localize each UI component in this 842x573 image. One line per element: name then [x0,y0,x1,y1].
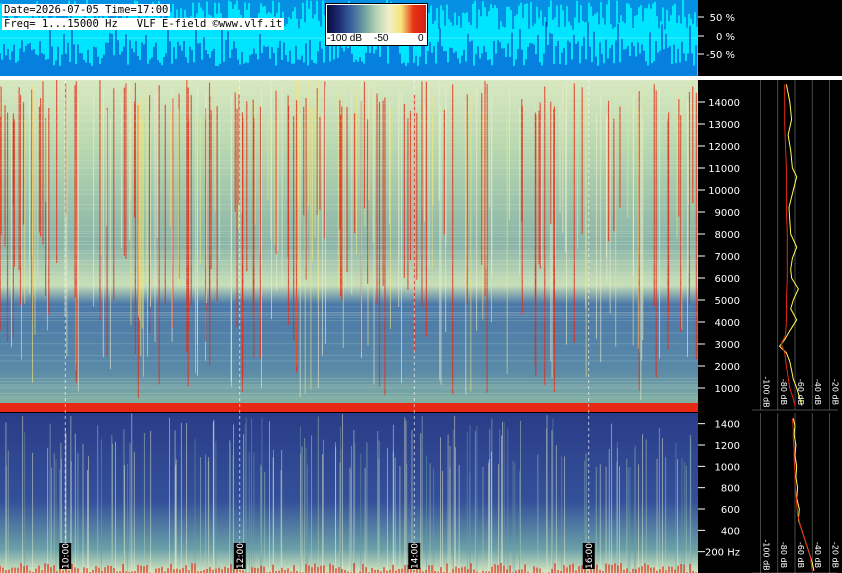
freq-tick-label: 400 [721,526,740,537]
freq-tick-label: 200 Hz [705,548,740,559]
power-line-band [0,403,698,412]
spectrum-low-panel: -100 dB -80 dB -60 dB -40 dB -20 dB [752,413,839,573]
spectrum-tick-label: -40 dB [813,542,822,568]
colorbar-label-mid: -50 [374,33,389,44]
freq-tick-label: 3000 [715,340,740,351]
freq-tick-label: 8000 [715,230,740,241]
freq-tick-label: 9000 [715,208,740,219]
spectrum-tick-label: -100 dB [762,376,771,407]
spectrum-tick-label: -40 dB [813,379,822,405]
spectrum-tick-label: -100 dB [762,539,771,570]
spectrum-tick-label: -20 dB [830,542,839,568]
amplitude-tick-label: 0 % [716,32,735,43]
freq-tick-label: 600 [721,505,740,516]
colorbar-gradient [327,5,426,33]
colorbar-label-max: 0 [418,33,424,44]
freq-tick-label: 12000 [708,142,740,153]
freq-tick-label: 6000 [715,274,740,285]
vlf-chart: 50 %0 %-50 % 140001300012000110001000090… [0,0,842,573]
freq-tick-label: 1000 [715,462,740,473]
freq-tick-label: 5000 [715,296,740,307]
time-marker-label: 10:00 [61,543,71,569]
freq-tick-label: 2000 [715,362,740,373]
amplitude-tick-label: -50 % [706,50,735,61]
freq-tick-label: 1400 [715,420,740,431]
time-marker-label: 14:00 [410,543,420,569]
spectrogram-high [0,80,698,410]
time-marker-label: 16:00 [585,543,595,569]
spectrum-tick-label: -80 dB [779,379,788,405]
header-freq: Freq= 1...15000 Hz VLF E-field ©www.vlf.… [2,18,285,30]
amplitude-tick-label: 50 % [710,13,735,24]
freq-tick-label: 4000 [715,318,740,329]
spectrum-tick-label: -60 dB [796,542,805,568]
colorbar: -100 dB -50 0 [325,3,428,46]
freq-tick-label: 13000 [708,120,740,131]
time-marker-label: 12:00 [236,543,246,569]
spectrum-tick-label: -80 dB [779,542,788,568]
freq-tick-label: 14000 [708,98,740,109]
header-date: Date=2026-07-05 Time=17:00 [2,4,171,16]
freq-tick-label: 7000 [715,252,740,263]
freq-tick-label: 10000 [708,186,740,197]
freq-tick-label: 1200 [715,441,740,452]
colorbar-label-min: -100 dB [327,33,363,44]
freq-tick-label: 1000 [715,384,740,395]
freq-tick-label: 11000 [708,164,740,175]
spectrum-tick-label: -20 dB [830,379,839,405]
spectrogram-high-axis: 14000 13000 12000 11000 10000 9000 8000 7000 600… [698,98,740,395]
spectrogram-low-axis: 1400 1200 1000 800 600 400 200 Hz [698,420,740,559]
freq-tick-label: 800 [721,484,740,495]
